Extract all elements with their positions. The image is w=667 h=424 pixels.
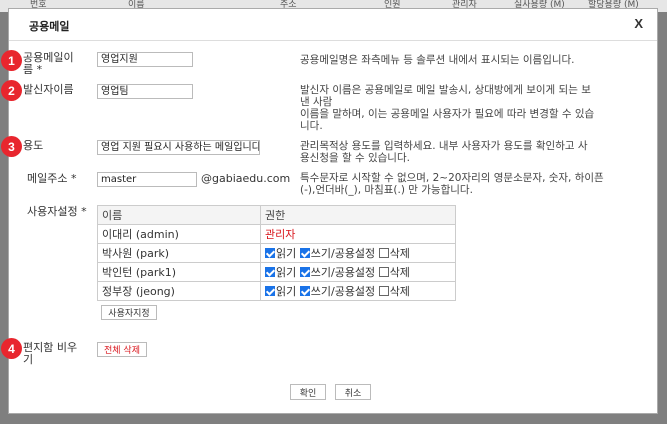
user-role: 관리자	[260, 224, 456, 244]
purpose-label: 용도	[23, 139, 44, 152]
table-row: 정부장 (jeong) 읽기 쓰기/공용설정 삭제	[97, 281, 456, 301]
read-label: 읽기	[276, 285, 297, 298]
sender-desc-line: 발신자 이름은 공용메일로 메일 발송시, 상대방에게 보이게 되는 보	[300, 84, 591, 96]
email-label: 메일주소 *	[27, 172, 77, 185]
sender-desc-line: 낸 사람	[300, 96, 333, 108]
write-checkbox[interactable]	[299, 286, 310, 296]
write-label: 쓰기/공용설정	[310, 266, 376, 279]
table-header-row: 이름 권한	[97, 205, 456, 225]
permission-cell: 읽기 쓰기/공용설정 삭제	[260, 262, 456, 282]
user-name: 정부장 (jeong)	[97, 281, 261, 301]
write-label: 쓰기/공용설정	[310, 247, 376, 260]
email-local-input[interactable]: master	[97, 172, 197, 187]
name-label: 공용메일이 름 *	[23, 52, 74, 76]
step-badge-2: 2	[1, 80, 22, 101]
clear-label-line2: 기	[23, 353, 34, 366]
purpose-desc-line: 관리목적상 용도를 입력하세요. 내부 사용자가 용도를 확인하고 사	[300, 140, 588, 152]
write-label: 쓰기/공용설정	[310, 285, 376, 298]
table-row: 박인턴 (park1) 읽기 쓰기/공용설정 삭제	[97, 262, 456, 282]
confirm-button[interactable]: 확인	[290, 384, 326, 400]
name-description: 공용메일명은 좌측메뉴 등 솔루션 내에서 표시되는 이름입니다.	[300, 54, 575, 66]
clear-mailbox-label: 편지함 비우 기	[23, 342, 77, 366]
email-description: 특수문자로 시작할 수 없으며, 2~20자리의 영문소문자, 숫자, 하이픈 …	[300, 172, 604, 196]
users-label: 사용자설정 *	[27, 205, 87, 218]
user-permission-table: 이름 권한 이대리 (admin) 관리자 박사원 (park) 읽기 쓰기/공…	[97, 205, 456, 301]
col-role-header: 권한	[260, 205, 456, 225]
mailbox-name-input[interactable]: 영업지원	[97, 52, 193, 67]
name-label-line2: 름 *	[23, 63, 43, 76]
table-row: 박사원 (park) 읽기 쓰기/공용설정 삭제	[97, 243, 456, 263]
user-name: 박사원 (park)	[97, 243, 261, 263]
sender-desc-line: 니다.	[300, 120, 323, 132]
write-checkbox[interactable]	[299, 248, 310, 258]
sender-description: 발신자 이름은 공용메일로 메일 발송시, 상대방에게 보이게 되는 보 낸 사…	[300, 84, 594, 132]
read-checkbox[interactable]	[265, 248, 275, 258]
purpose-input[interactable]: 영업 지원 필요시 사용하는 메일입니다	[97, 140, 260, 155]
read-checkbox[interactable]	[265, 286, 275, 296]
email-domain: @gabiaedu.com	[201, 172, 291, 185]
permission-cell: 읽기 쓰기/공용설정 삭제	[260, 243, 456, 263]
sender-desc-line: 이름을 말하며, 이는 공용메일 사용자가 필요에 따라 변경할 수 있습	[300, 108, 595, 120]
read-label: 읽기	[276, 247, 297, 260]
delete-label: 삭제	[389, 266, 410, 279]
close-button[interactable]: X	[634, 16, 643, 31]
table-row: 이대리 (admin) 관리자	[97, 224, 456, 244]
user-name: 박인턴 (park1)	[97, 262, 261, 282]
sender-label: 발신자이름	[23, 83, 74, 96]
purpose-desc-line: 용신청을 할 수 있습니다.	[300, 152, 410, 164]
read-label: 읽기	[276, 266, 297, 279]
sender-name-input[interactable]: 영업팀	[97, 84, 193, 99]
delete-checkbox[interactable]	[378, 267, 389, 277]
email-desc-line: 특수문자로 시작할 수 없으며, 2~20자리의 영문소문자, 숫자, 하이픈	[300, 172, 604, 184]
delete-all-button[interactable]: 전체 삭제	[97, 342, 147, 357]
step-badge-4: 4	[1, 338, 22, 359]
delete-label: 삭제	[389, 285, 410, 298]
email-desc-line: (-),언더바(_), 마침표(.) 만 가능합니다.	[300, 184, 473, 196]
dialog-header: 공용메일 X	[9, 9, 657, 41]
assign-users-button[interactable]: 사용자지정	[101, 305, 157, 320]
user-name: 이대리 (admin)	[97, 224, 261, 244]
delete-checkbox[interactable]	[378, 248, 389, 258]
delete-checkbox[interactable]	[378, 286, 389, 296]
permission-cell: 읽기 쓰기/공용설정 삭제	[260, 281, 456, 301]
cancel-button[interactable]: 취소	[335, 384, 371, 400]
read-checkbox[interactable]	[265, 267, 275, 277]
write-checkbox[interactable]	[299, 267, 310, 277]
purpose-description: 관리목적상 용도를 입력하세요. 내부 사용자가 용도를 확인하고 사 용신청을…	[300, 140, 588, 164]
col-name-header: 이름	[97, 205, 261, 225]
step-badge-1: 1	[1, 50, 22, 71]
name-desc-line: 공용메일명은 좌측메뉴 등 솔루션 내에서 표시되는 이름입니다.	[300, 54, 575, 66]
dialog-title: 공용메일	[29, 20, 70, 33]
delete-label: 삭제	[389, 247, 410, 260]
step-badge-3: 3	[1, 136, 22, 157]
